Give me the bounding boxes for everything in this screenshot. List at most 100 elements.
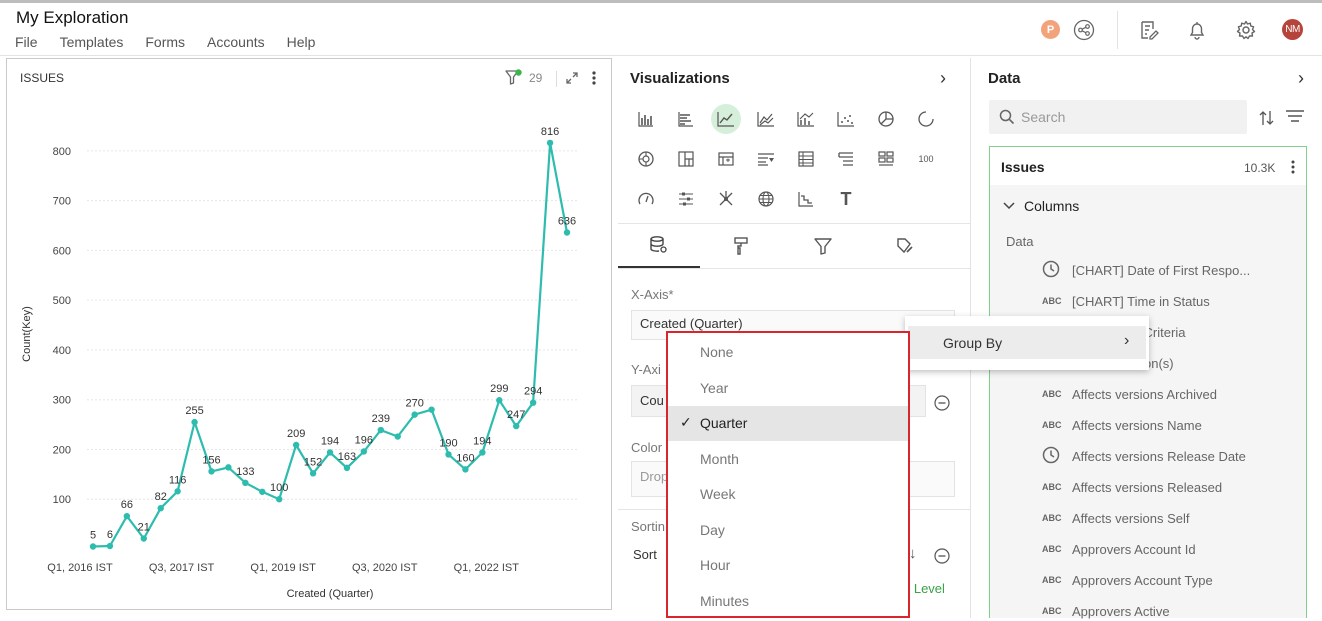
data-point[interactable] — [563, 229, 571, 236]
search-input[interactable]: Search — [989, 100, 1247, 134]
data-point[interactable] — [546, 139, 554, 147]
tab-data[interactable] — [618, 224, 700, 268]
treemap-icon[interactable] — [671, 144, 701, 174]
network-icon[interactable] — [711, 184, 741, 214]
sort-field[interactable]: Sort — [633, 547, 657, 562]
combo-chart-icon[interactable] — [791, 104, 821, 134]
data-point[interactable] — [445, 451, 452, 458]
sunburst-chart-icon[interactable] — [631, 144, 661, 174]
tab-filters[interactable] — [782, 224, 864, 268]
context-menu: Group By › — [905, 316, 1149, 370]
table-icon[interactable] — [791, 144, 821, 174]
tab-properties[interactable] — [864, 224, 946, 268]
donut-chart-icon[interactable] — [911, 104, 941, 134]
plan-badge[interactable]: P — [1041, 20, 1060, 39]
data-point[interactable] — [479, 449, 486, 456]
slider-filter-icon[interactable] — [671, 184, 701, 214]
text-widget-icon[interactable]: T — [831, 184, 861, 214]
funnel-table-icon[interactable] — [751, 144, 781, 174]
chevron-down-icon[interactable] — [1003, 201, 1015, 211]
column-item[interactable]: [CHART] Date of First Respo... — [1042, 260, 1250, 280]
group-by-option-quarter[interactable]: ✓ Quarter — [668, 406, 908, 441]
data-point[interactable] — [208, 468, 215, 475]
grouped-table-icon[interactable] — [831, 144, 861, 174]
column-item[interactable]: ABC Affects versions Self — [1042, 508, 1190, 528]
chevron-right-icon[interactable]: › — [1298, 68, 1304, 89]
column-chart-icon[interactable] — [631, 104, 661, 134]
data-point[interactable] — [529, 399, 537, 406]
data-point[interactable] — [174, 488, 181, 495]
bell-icon[interactable] — [1185, 18, 1209, 42]
group-by-option-year[interactable]: Year — [668, 371, 908, 406]
data-point[interactable] — [462, 466, 469, 473]
user-avatar[interactable]: NM — [1282, 19, 1303, 40]
column-item[interactable]: ABC [CHART] Time in Status — [1042, 291, 1210, 311]
gauge-icon[interactable] — [631, 184, 661, 214]
card-grid-icon[interactable] — [871, 144, 901, 174]
menu-templates[interactable]: Templates — [60, 34, 124, 50]
menu-help[interactable]: Help — [287, 34, 316, 50]
data-point[interactable] — [496, 397, 503, 404]
data-point[interactable] — [309, 470, 317, 477]
data-point[interactable] — [106, 542, 114, 550]
data-point[interactable] — [513, 422, 520, 430]
data-point[interactable] — [343, 464, 351, 472]
data-point[interactable] — [123, 512, 131, 520]
sort-direction-icon[interactable]: ↓ — [909, 545, 917, 562]
tab-format[interactable] — [700, 224, 782, 268]
data-point[interactable] — [377, 426, 384, 434]
data-point[interactable] — [360, 448, 368, 455]
column-item[interactable]: ABC Approvers Account Id — [1042, 539, 1196, 559]
share-icon[interactable] — [1072, 18, 1096, 42]
data-point[interactable] — [394, 433, 401, 440]
data-point[interactable] — [259, 488, 266, 495]
group-by-menu-item[interactable]: Group By › — [908, 326, 1146, 359]
kpi-number-icon[interactable]: 100 — [911, 144, 941, 174]
column-item[interactable]: ABC Approvers Account Type — [1042, 570, 1213, 590]
data-point[interactable] — [326, 449, 334, 456]
settings-gear-icon[interactable] — [1234, 18, 1258, 42]
data-point[interactable] — [242, 479, 249, 487]
data-point[interactable] — [157, 504, 164, 512]
data-point[interactable] — [140, 535, 147, 542]
scatter-chart-icon[interactable] — [831, 104, 861, 134]
area-chart-icon[interactable] — [751, 104, 781, 134]
data-point[interactable] — [428, 406, 435, 413]
group-by-option-minutes[interactable]: Minutes — [668, 584, 908, 617]
group-by-option-day[interactable]: Day — [668, 513, 908, 548]
column-item[interactable]: Affects versions Release Date — [1042, 446, 1246, 466]
dataset-more-menu-icon[interactable] — [1290, 159, 1296, 175]
chevron-right-icon[interactable]: › — [940, 68, 946, 89]
menu-accounts[interactable]: Accounts — [207, 34, 265, 50]
menu-forms[interactable]: Forms — [145, 34, 185, 50]
columns-section-label[interactable]: Columns — [1024, 198, 1079, 214]
bar-chart-icon[interactable] — [671, 104, 701, 134]
menu-file[interactable]: File — [15, 34, 38, 50]
column-item[interactable]: ABC Affects versions Archived — [1042, 384, 1217, 404]
group-by-option-month[interactable]: Month — [668, 442, 908, 477]
filter-list-icon[interactable] — [1285, 109, 1305, 130]
sort-icon[interactable] — [1258, 109, 1276, 132]
remove-y-axis-icon[interactable] — [934, 395, 950, 416]
data-point[interactable] — [89, 543, 97, 550]
data-point[interactable] — [225, 464, 232, 471]
step-chart-icon[interactable] — [791, 184, 821, 214]
remove-sort-icon[interactable] — [934, 548, 950, 569]
data-point[interactable] — [191, 418, 198, 426]
globe-map-icon[interactable] — [751, 184, 781, 214]
column-item[interactable]: ABC Approvers Active — [1042, 601, 1170, 621]
data-point[interactable] — [276, 496, 283, 503]
group-by-option-hour[interactable]: Hour — [668, 548, 908, 583]
notes-icon[interactable] — [1137, 18, 1161, 42]
group-by-option-week[interactable]: Week — [668, 477, 908, 512]
line-chart-icon[interactable] — [711, 104, 741, 134]
data-point[interactable] — [292, 441, 300, 449]
pie-chart-icon[interactable] — [871, 104, 901, 134]
group-by-option-none[interactable]: None — [668, 335, 908, 370]
data-point[interactable] — [411, 411, 418, 418]
dataset-header[interactable]: Issues 10.3K — [990, 147, 1306, 185]
pivot-table-icon[interactable] — [711, 144, 741, 174]
column-item[interactable]: ABC Affects versions Released — [1042, 477, 1222, 497]
text-type-icon: ABC — [1042, 575, 1062, 585]
column-item[interactable]: ABC Affects versions Name — [1042, 415, 1202, 435]
